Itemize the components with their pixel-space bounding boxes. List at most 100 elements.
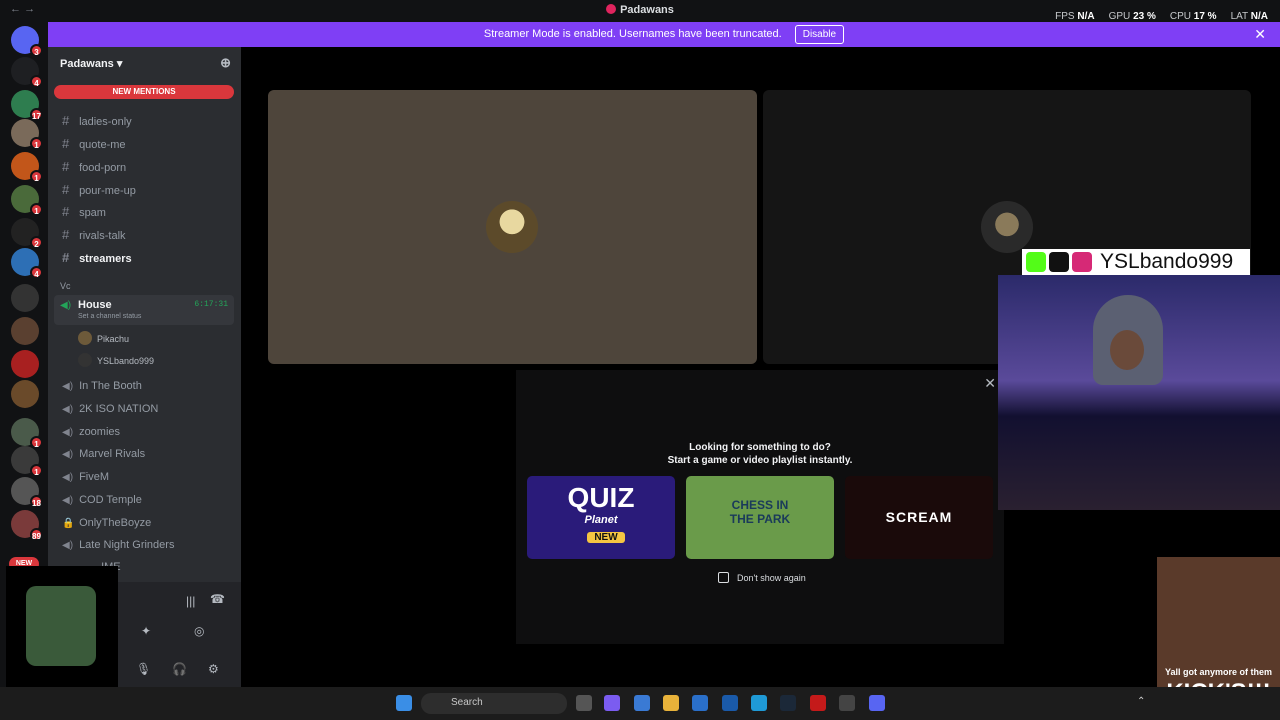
server-icon[interactable] [11, 284, 39, 312]
channel-spam[interactable]: # spam [54, 200, 234, 222]
avatar [78, 353, 92, 367]
headphones-icon[interactable]: 🎧 [172, 662, 187, 676]
voice-channel[interactable]: 🔒 OnlyTheBoyze [54, 513, 234, 535]
steam-icon[interactable] [780, 695, 796, 711]
instagram-icon [1072, 252, 1092, 272]
server-icon[interactable]: 4 [11, 57, 43, 88]
taskbar-search[interactable]: Search [421, 693, 567, 714]
lock-icon: 🔒 [62, 518, 75, 529]
server-icon[interactable] [11, 317, 39, 345]
streamer-face [1110, 330, 1144, 370]
hash-icon: # [62, 250, 70, 265]
hash-icon: # [62, 113, 70, 128]
add-member-icon[interactable]: ⊕ [220, 55, 231, 71]
activity-card-chess[interactable]: CHESS IN THE PARK [686, 476, 834, 559]
banner-text: Streamer Mode is enabled. Usernames have… [483, 28, 782, 40]
microphone-icon[interactable]: 🎙 [136, 662, 151, 676]
store-icon[interactable] [634, 695, 650, 711]
settings-gear-icon[interactable]: ⚙ [208, 662, 219, 676]
activity-card-quiz[interactable]: QUIZ Planet NEW [527, 476, 675, 559]
app-icon[interactable] [810, 695, 826, 711]
server-icon[interactable]: 1 [11, 185, 43, 216]
server-icon[interactable]: 1 [11, 418, 43, 449]
hash-icon: # [62, 227, 70, 242]
lat-stat: LAT N/A [1230, 11, 1268, 22]
server-icon[interactable] [11, 380, 39, 408]
voice-channel[interactable]: ◀) COD Temple [54, 490, 234, 512]
close-icon[interactable]: ✕ [984, 375, 996, 392]
streamer-mode-banner: Streamer Mode is enabled. Usernames have… [48, 22, 1280, 47]
soundboard-icon[interactable]: ||| [186, 594, 195, 608]
speaker-icon: ◀) [62, 449, 74, 460]
windows-start-icon[interactable] [396, 695, 412, 711]
server-icon[interactable] [11, 350, 39, 378]
tiktok-icon [1049, 252, 1069, 272]
disconnect-icon[interactable]: ☎ [210, 592, 225, 606]
channel-ladies-only[interactable]: # ladies-only [54, 109, 234, 131]
stream-logo [6, 566, 118, 688]
social-icons [1026, 252, 1092, 272]
server-icon[interactable]: 3 [11, 26, 43, 57]
voice-user[interactable]: YSLbando999 [78, 353, 154, 367]
speaker-icon: ◀) [62, 540, 74, 551]
hash-icon: # [62, 182, 70, 197]
tray-chevron-icon[interactable]: ⌃ [1137, 696, 1145, 707]
voice-channel[interactable]: ◀) In The Booth [54, 376, 234, 398]
speaker-icon: ◀) [60, 300, 72, 311]
house-logo-icon [26, 586, 96, 666]
discord-icon[interactable] [869, 695, 885, 711]
new-mentions-pill[interactable]: NEW MENTIONS [54, 85, 234, 99]
hash-icon: # [62, 159, 70, 174]
edge-icon[interactable] [751, 695, 767, 711]
task-view-icon[interactable] [576, 695, 592, 711]
obs-icon[interactable] [839, 695, 855, 711]
server-icon[interactable]: 2 [11, 218, 43, 249]
channel-quote-me[interactable]: # quote-me [54, 132, 234, 154]
hash-icon: # [62, 136, 70, 151]
channel-status[interactable]: Set a channel status [78, 313, 141, 320]
dont-show-checkbox[interactable]: Don't show again [718, 572, 806, 583]
server-icon[interactable]: 1 [11, 152, 43, 183]
screen-share-icon[interactable]: ◎ [194, 624, 204, 638]
speaker-icon: ◀) [62, 472, 74, 483]
server-icon[interactable]: 17 [11, 90, 43, 121]
video-tile[interactable] [268, 90, 757, 364]
voice-user[interactable]: Pikachu [78, 331, 129, 345]
activity-prompt: Looking for something to do? Start a game… [667, 442, 853, 466]
streamer-name-overlay: YSLbando999 [1022, 249, 1250, 275]
activities-icon[interactable]: ✦ [141, 624, 151, 638]
channel-food-porn[interactable]: # food-porn [54, 155, 234, 177]
speaker-icon: ◀) [62, 381, 74, 392]
speaker-icon: ◀) [62, 427, 74, 438]
voice-channel[interactable]: ◀) 2K ISO NATION [54, 399, 234, 421]
channel-pour-me-up[interactable]: # pour-me-up [54, 178, 234, 200]
checkbox[interactable] [718, 572, 729, 583]
channel-rivals-talk[interactable]: # rivals-talk [54, 223, 234, 245]
voice-channel[interactable]: ◀) FiveM [54, 467, 234, 489]
avatar [486, 201, 538, 253]
hash-icon: # [62, 204, 70, 219]
guild-header[interactable]: Padawans ▾ ⊕ [48, 47, 241, 79]
title-bar: ← → Padawans FPS N/A GPU 23 % CPU 17 % L… [0, 0, 1280, 22]
channel-streamers[interactable]: # streamers [54, 246, 234, 268]
voice-channel[interactable]: ◀) zoomies [54, 422, 234, 444]
server-icon[interactable]: 89 [11, 510, 43, 541]
performance-stats: FPS N/A GPU 23 % CPU 17 % LAT N/A [1055, 11, 1268, 22]
kick-icon [1026, 252, 1046, 272]
server-icon[interactable]: 18 [11, 477, 43, 508]
voice-channel[interactable]: ◀) Marvel Rivals [54, 444, 234, 466]
photos-icon[interactable] [692, 695, 708, 711]
webcam-overlay [998, 275, 1280, 510]
server-icon[interactable]: 1 [11, 119, 43, 150]
activity-card-scream[interactable]: SCREAM [845, 476, 993, 559]
disable-button[interactable]: Disable [794, 25, 845, 44]
copilot-icon[interactable] [604, 695, 620, 711]
voice-channel-house[interactable]: ◀) House 6:17:31 Set a channel status [54, 295, 234, 325]
file-explorer-icon[interactable] [663, 695, 679, 711]
close-icon[interactable]: ✕ [1254, 22, 1266, 47]
server-icon[interactable]: 4 [11, 248, 43, 279]
category-vc[interactable]: Vc [60, 281, 71, 291]
outlook-icon[interactable] [722, 695, 738, 711]
server-icon[interactable]: 1 [11, 446, 43, 477]
voice-channel[interactable]: ◀) Late Night Grinders [54, 535, 234, 557]
